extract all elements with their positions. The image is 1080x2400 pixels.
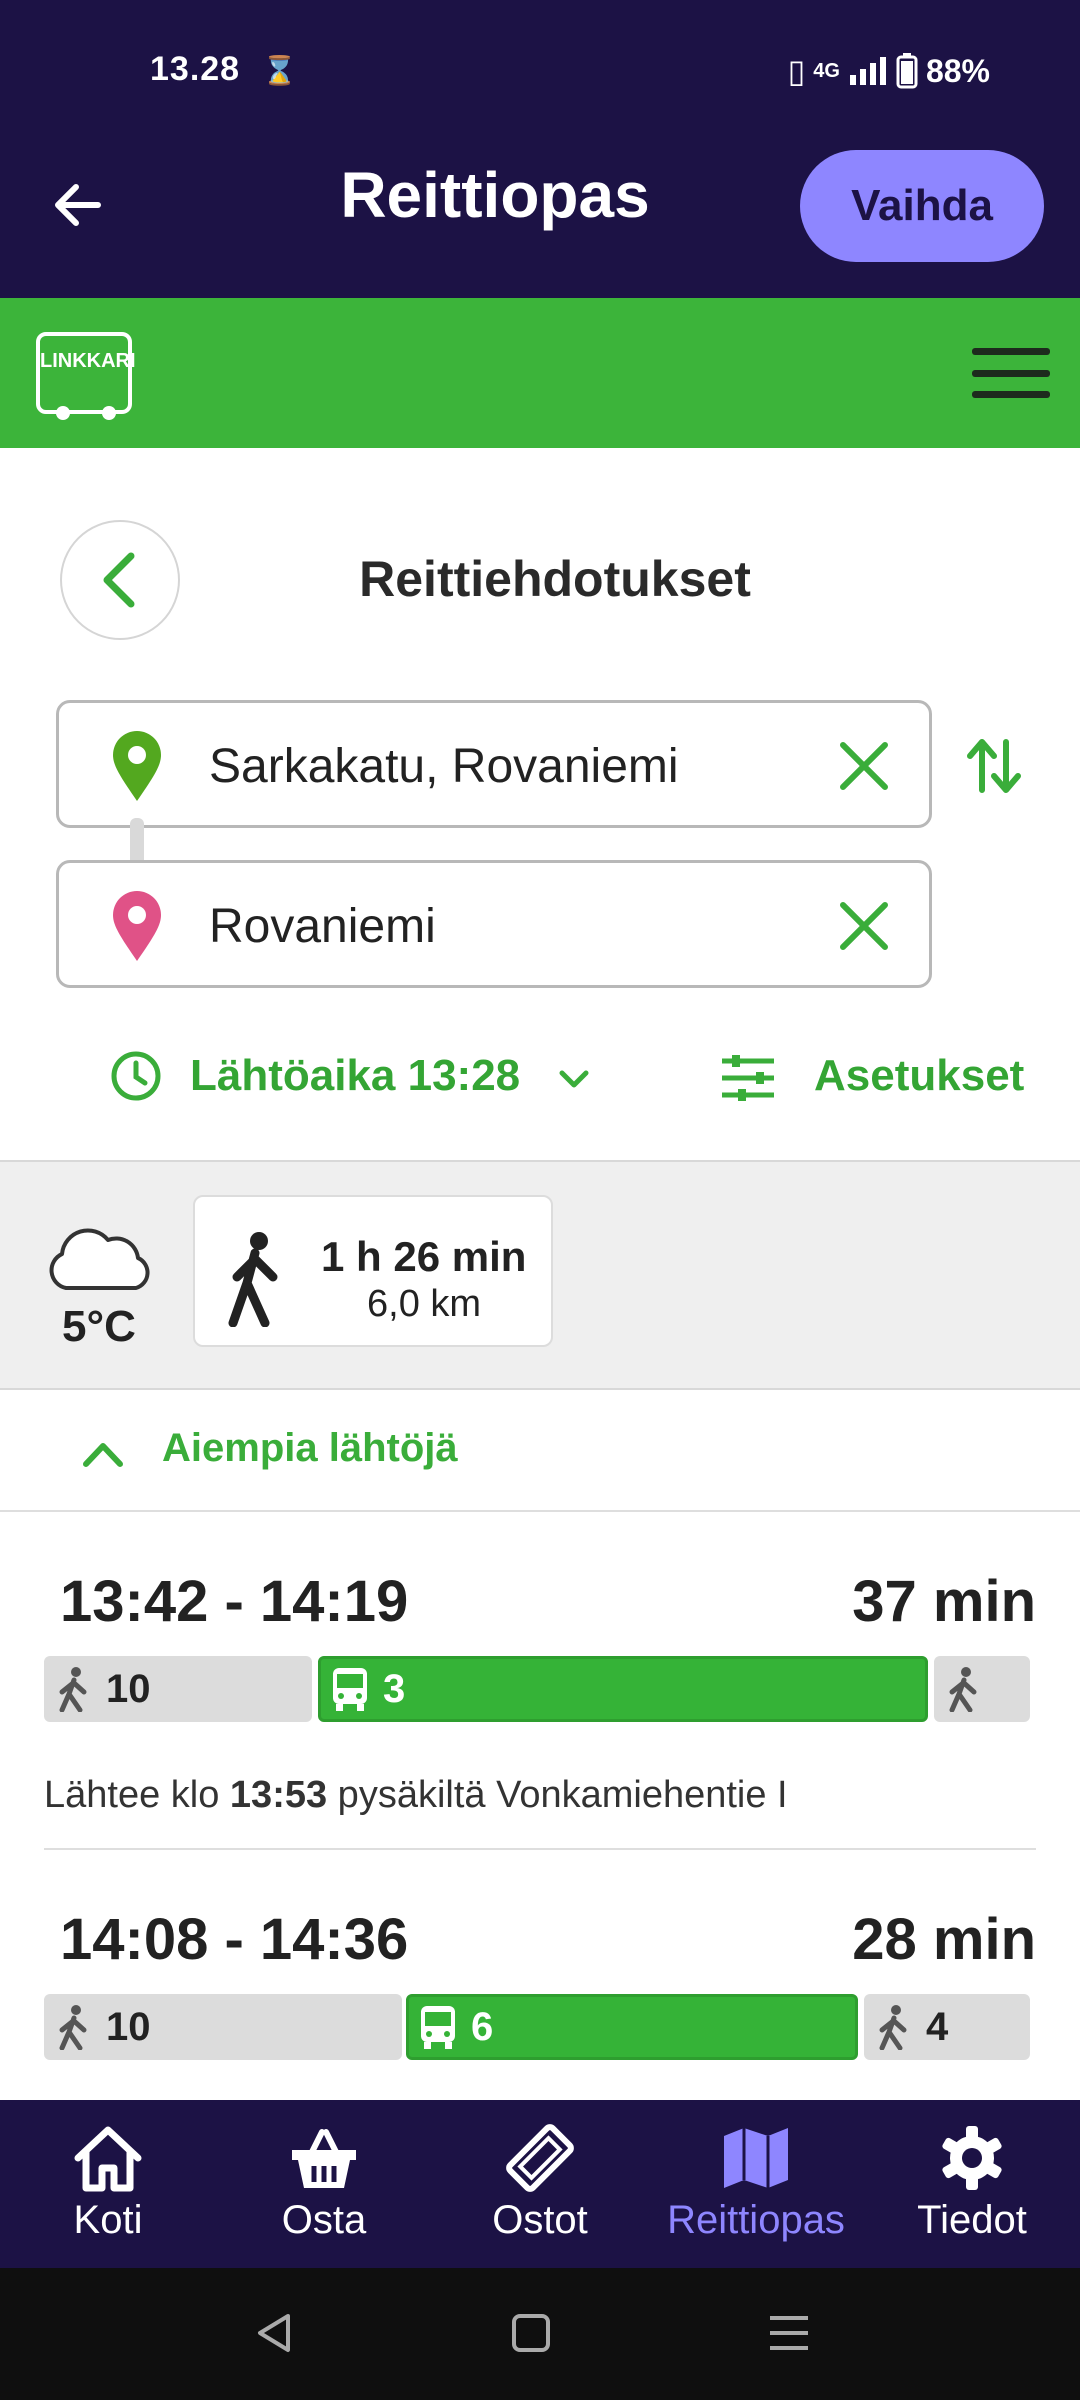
recents-icon[interactable]: [764, 2308, 814, 2358]
nav-home[interactable]: Koti: [0, 2100, 216, 2268]
divider: [44, 1848, 1036, 1850]
divider: [0, 1510, 1080, 1512]
battery-level: 88%: [925, 52, 990, 89]
swap-icon[interactable]: [962, 734, 1026, 798]
origin-field[interactable]: Sarkakatu, Rovaniemi: [56, 700, 932, 828]
hourglass-icon: ⌛: [262, 55, 298, 86]
weather-walk-band: 5°C 1 h 26 min 6,0 km: [0, 1160, 1080, 1390]
status-bar: 13.28 ⌛: [150, 50, 298, 89]
destination-pin-icon: [113, 891, 161, 961]
departure-time: 13:53: [229, 1774, 328, 1816]
page-title: Reittiehdotukset: [359, 551, 751, 607]
walk-leg: 4: [864, 1994, 1030, 2060]
origin-value[interactable]: Sarkakatu, Rovaniemi: [209, 739, 679, 794]
route-option[interactable]: 13:42 - 14:19 37 min 10 3 Lähtee klo 13:…: [0, 1568, 1080, 1816]
walk-leg: [934, 1656, 1030, 1722]
temperature: 5°C: [62, 1302, 136, 1351]
sliders-icon[interactable]: [718, 1053, 778, 1103]
options-row: Lähtöaika 13:28 Asetukset: [0, 1045, 1080, 1115]
vibrate-icon: ▯: [787, 53, 806, 89]
earlier-departures-label: Aiempia lähtöjä: [162, 1426, 458, 1470]
bus-icon: [333, 1668, 367, 1711]
bus-wheels: [56, 406, 116, 420]
gear-icon: [942, 2126, 1002, 2190]
nav-label: Tiedot: [917, 2198, 1027, 2242]
network-label: 4G: [813, 59, 840, 82]
nav-label: Koti: [73, 2198, 143, 2242]
nav-route-planner[interactable]: Reittiopas: [648, 2100, 864, 2268]
nav-info[interactable]: Tiedot: [864, 2100, 1080, 2268]
linkkari-logo: LINKKARI: [36, 332, 136, 420]
nav-label: Ostot: [492, 2198, 588, 2242]
walking-person-icon: [59, 2005, 87, 2050]
bus-line-number: 3: [383, 1666, 406, 1711]
settings-button[interactable]: Asetukset: [814, 1051, 1024, 1101]
route-legs: 10 6 4: [44, 1994, 1030, 2060]
bus-line-number: 6: [471, 2004, 494, 2049]
origin-pin-icon: [113, 731, 161, 801]
route-option[interactable]: 14:08 - 14:36 28 min 10 6 4: [0, 1906, 1080, 2096]
destination-field[interactable]: Rovaniemi: [56, 860, 932, 988]
bottom-navigation: Koti Osta Ostot Reittiopas Tiedot: [0, 2100, 1080, 2268]
bus-icon: [421, 2006, 455, 2049]
route-legs: 10 3: [44, 1656, 1030, 1722]
logo-text: LINKKARI: [40, 350, 136, 372]
battery-icon: [896, 53, 918, 89]
walking-person-icon: [879, 2005, 907, 2050]
nav-label: Osta: [281, 2198, 367, 2242]
nav-buy[interactable]: Osta: [216, 2100, 432, 2268]
bus-leg: 3: [318, 1656, 928, 1722]
brand-bar: LINKKARI: [0, 298, 1080, 448]
walking-person-icon: [949, 1667, 977, 1712]
change-button[interactable]: Vaihda: [800, 150, 1044, 262]
app-header: 13.28 ⌛ ▯ 4G 88% Reittiopas Vaihda: [0, 0, 1080, 298]
map-icon: [724, 2128, 788, 2188]
earlier-departures-button[interactable]: Aiempia lähtöjä: [0, 1420, 1080, 1510]
destination-value[interactable]: Rovaniemi: [209, 899, 436, 954]
walk-minutes: 10: [106, 1666, 151, 1711]
menu-icon[interactable]: [972, 348, 1050, 398]
walking-person-icon: [59, 1667, 87, 1712]
clear-destination-icon[interactable]: [835, 897, 893, 955]
route-times: 13:42 - 14:19: [60, 1569, 409, 1634]
departure-description: Lähtee klo 13:53 pysäkiltä Vonkamiehenti…: [44, 1774, 788, 1816]
nav-purchases[interactable]: Ostot: [432, 2100, 648, 2268]
ticket-icon: [506, 2124, 574, 2192]
clear-origin-icon[interactable]: [835, 737, 893, 795]
route-duration: 28 min: [852, 1907, 1036, 1972]
walk-minutes: 10: [106, 2004, 151, 2049]
basket-icon: [292, 2129, 356, 2188]
signal-icon: [849, 57, 886, 85]
bus-leg: 6: [406, 1994, 858, 2060]
back-triangle-icon[interactable]: [250, 2308, 300, 2358]
status-icons: ▯ 4G 88%: [788, 52, 990, 90]
cloud-icon: [49, 1228, 150, 1290]
home-icon: [74, 2126, 142, 2192]
walk-distance: 6,0 km: [367, 1283, 482, 1325]
walk-only-option[interactable]: 1 h 26 min 6,0 km: [193, 1195, 553, 1347]
walk-duration: 1 h 26 min: [321, 1233, 527, 1280]
route-duration: 37 min: [852, 1569, 1036, 1634]
system-nav-bar: [0, 2268, 1080, 2400]
route-times: 14:08 - 14:36: [60, 1907, 409, 1972]
walk-minutes: 4: [926, 2004, 949, 2049]
walk-leg: 10: [44, 1994, 402, 2060]
nav-label: Reittiopas: [667, 2198, 845, 2242]
status-time: 13.28: [150, 50, 241, 88]
chevron-down-icon[interactable]: [556, 1061, 592, 1097]
home-square-icon[interactable]: [506, 2308, 556, 2358]
walking-person-icon: [228, 1232, 278, 1327]
walk-leg: 10: [44, 1656, 312, 1722]
clock-icon: [111, 1051, 161, 1101]
departure-time-button[interactable]: Lähtöaika 13:28: [190, 1051, 520, 1101]
chevron-up-icon: [83, 1443, 123, 1467]
